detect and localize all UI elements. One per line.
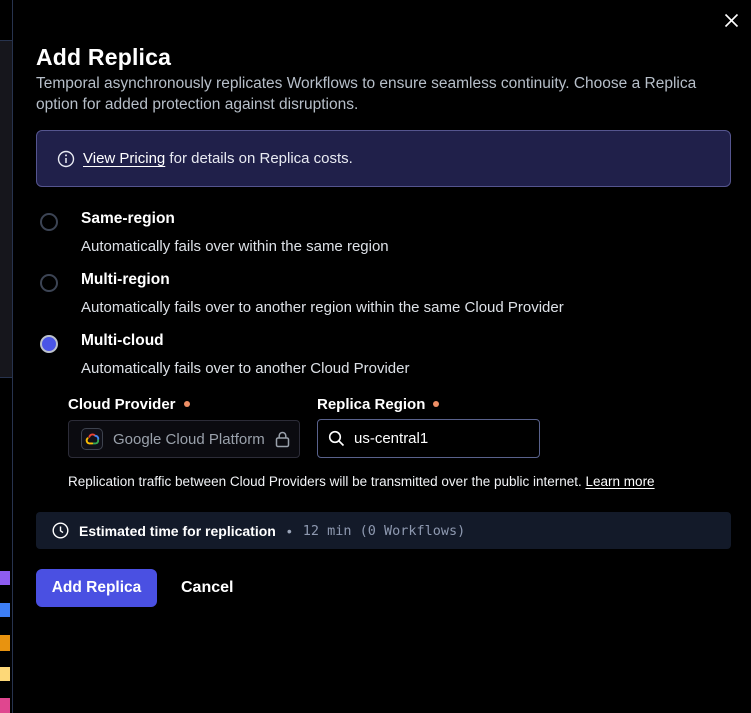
estimate-value: 12 min (0 Workflows) bbox=[303, 523, 466, 539]
background-list-item bbox=[0, 698, 10, 713]
option-label[interactable]: Multi-cloud bbox=[81, 332, 726, 350]
background-list-item bbox=[0, 667, 10, 681]
screen: Add Replica Temporal asynchronously repl… bbox=[0, 0, 751, 713]
radio-button[interactable] bbox=[40, 213, 58, 231]
background-list-item bbox=[0, 635, 10, 651]
option-label[interactable]: Same-region bbox=[81, 210, 726, 228]
background-list-item bbox=[0, 603, 10, 617]
cloud-provider-value: Google Cloud Platform bbox=[113, 431, 265, 448]
background-page-strip bbox=[0, 0, 13, 713]
replica-region-input[interactable] bbox=[354, 430, 529, 447]
view-pricing-link[interactable]: View Pricing bbox=[83, 150, 165, 167]
option-description: Automatically fails over within the same… bbox=[81, 238, 726, 255]
replica-region-label: Replica Region bbox=[317, 396, 439, 413]
search-icon bbox=[328, 430, 345, 447]
cloud-provider-label-text: Cloud Provider bbox=[68, 396, 176, 413]
option-description: Automatically fails over to another Clou… bbox=[81, 360, 726, 377]
page-title: Add Replica bbox=[36, 44, 171, 71]
pricing-text: View Pricing for details on Replica cost… bbox=[83, 150, 353, 167]
radio-button[interactable] bbox=[40, 335, 58, 353]
background-list-item bbox=[0, 571, 10, 585]
action-buttons: Add Replica Cancel bbox=[36, 569, 233, 607]
radio-option-multi-cloud: Multi-cloud Automatically fails over to … bbox=[36, 332, 726, 377]
clock-icon bbox=[52, 522, 69, 539]
background-panel bbox=[0, 40, 12, 378]
option-description: Automatically fails over to another regi… bbox=[81, 299, 726, 316]
radio-option-same-region: Same-region Automatically fails over wit… bbox=[36, 210, 726, 255]
cancel-button[interactable]: Cancel bbox=[181, 579, 233, 597]
required-dot bbox=[184, 401, 190, 407]
learn-more-link[interactable]: Learn more bbox=[586, 474, 655, 489]
estimate-separator: • bbox=[287, 523, 292, 539]
replica-region-label-text: Replica Region bbox=[317, 396, 425, 413]
gcp-logo-icon bbox=[81, 428, 103, 450]
required-dot bbox=[433, 401, 439, 407]
cloud-provider-label: Cloud Provider bbox=[68, 396, 190, 413]
cloud-provider-select[interactable]: Google Cloud Platform bbox=[68, 420, 300, 458]
traffic-note-text: Replication traffic between Cloud Provid… bbox=[68, 474, 582, 489]
info-icon bbox=[57, 150, 75, 168]
radio-button[interactable] bbox=[40, 274, 58, 292]
traffic-note: Replication traffic between Cloud Provid… bbox=[68, 474, 655, 489]
add-replica-button[interactable]: Add Replica bbox=[36, 569, 157, 607]
add-replica-modal: Add Replica Temporal asynchronously repl… bbox=[13, 0, 751, 713]
estimate-label: Estimated time for replication bbox=[79, 523, 276, 539]
pricing-info-banner: View Pricing for details on Replica cost… bbox=[36, 130, 731, 187]
radio-option-multi-region: Multi-region Automatically fails over to… bbox=[36, 271, 726, 316]
lock-icon bbox=[275, 431, 290, 448]
estimate-banner: Estimated time for replication • 12 min … bbox=[36, 512, 731, 549]
option-label[interactable]: Multi-region bbox=[81, 271, 726, 289]
replica-region-field bbox=[317, 419, 540, 458]
pricing-rest-text: for details on Replica costs. bbox=[165, 150, 353, 167]
close-icon[interactable] bbox=[719, 8, 743, 32]
modal-description: Temporal asynchronously replicates Workf… bbox=[36, 73, 712, 115]
